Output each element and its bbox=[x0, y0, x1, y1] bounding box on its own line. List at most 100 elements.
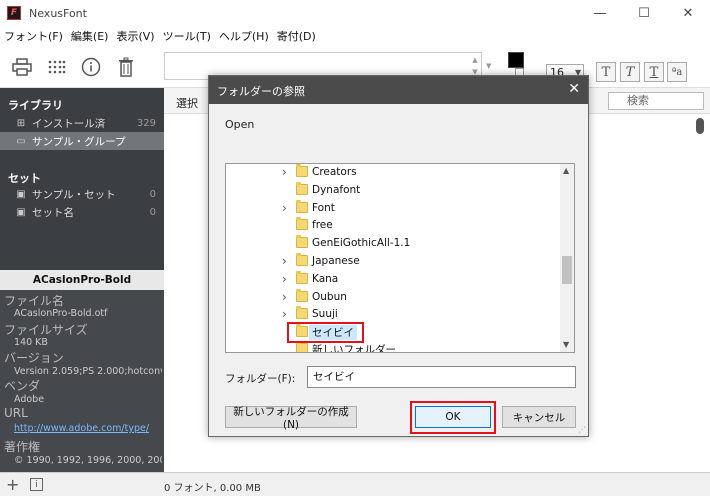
tree-item-label: Oubun bbox=[312, 291, 347, 303]
menu-edit[interactable]: 編集(E) bbox=[71, 28, 109, 44]
folder-icon bbox=[296, 235, 308, 248]
tree-item-label: Creators bbox=[312, 166, 357, 178]
add-icon[interactable]: + bbox=[6, 475, 19, 494]
chevron-down-icon[interactable]: ▼ bbox=[563, 340, 569, 349]
menu-tools[interactable]: ツール(T) bbox=[163, 28, 211, 44]
cancel-button[interactable]: キャンセル bbox=[502, 406, 576, 428]
folder-icon bbox=[296, 164, 308, 177]
folder-icon bbox=[296, 341, 308, 352]
sidebar-item-count: 0 bbox=[149, 188, 156, 200]
sidebar: ライブラリ ⊞ インストール済 329 ▭ サンプル・グループ セット ▣ サン… bbox=[0, 88, 164, 472]
scrollbar-thumb[interactable] bbox=[562, 256, 572, 284]
close-button[interactable]: ✕ bbox=[666, 0, 710, 26]
set-header: セット bbox=[8, 172, 41, 185]
select-label[interactable]: 選択 bbox=[176, 95, 198, 111]
sidebar-item-installed[interactable]: ⊞ インストール済 329 bbox=[0, 114, 164, 132]
search-input[interactable]: 検索 bbox=[608, 92, 704, 110]
tree-item-kana[interactable]: › Kana bbox=[226, 270, 560, 288]
tree-item-oubun[interactable]: › Oubun bbox=[226, 288, 560, 306]
folder-icon bbox=[296, 182, 308, 195]
tree-item-label: free bbox=[312, 219, 333, 231]
sidebar-item-sample-set[interactable]: ▣ サンプル・セット 0 bbox=[0, 185, 164, 203]
grid-icon[interactable] bbox=[44, 54, 70, 80]
tree-item-label: Font bbox=[312, 202, 335, 214]
copyright-value: © 1990, 1992, 1996, 2000, 2001 ... bbox=[14, 455, 162, 466]
filesize-label: ファイルサイズ bbox=[4, 323, 88, 337]
url-label: URL bbox=[4, 406, 28, 420]
version-label: バージョン bbox=[4, 351, 64, 365]
menu-donate[interactable]: 寄付(D) bbox=[277, 28, 316, 44]
folder-icon bbox=[296, 253, 308, 266]
list-scrollbar[interactable] bbox=[695, 116, 705, 470]
dialog-description: Open bbox=[225, 118, 255, 131]
chevron-right-icon[interactable]: › bbox=[282, 307, 287, 321]
minimize-button[interactable]: — bbox=[578, 0, 622, 26]
filename-value: ACaslonPro-Bold.otf bbox=[14, 308, 108, 319]
chevron-right-icon[interactable]: › bbox=[282, 290, 287, 304]
dialog-title-bar: フォルダーの参照 ✕ bbox=[209, 76, 588, 104]
menu-help[interactable]: ヘルプ(H) bbox=[219, 28, 269, 44]
tree-item-dynafont[interactable]: Dynafont bbox=[226, 181, 560, 199]
url-link[interactable]: http://www.adobe.com/type/ bbox=[14, 423, 162, 434]
chevron-up-icon[interactable]: ▲ bbox=[563, 166, 569, 175]
printer-icon[interactable] bbox=[9, 54, 35, 80]
maximize-button[interactable]: ☐ bbox=[622, 0, 666, 26]
status-text: 0 フォント, 0.00 MB bbox=[164, 483, 261, 494]
menu-bar: フォント(F) 編集(E) 表示(V) ツール(T) ヘルプ(H) 寄付(D) bbox=[0, 26, 710, 46]
selection-highlight-box bbox=[287, 322, 364, 343]
vendor-value: Adobe bbox=[14, 394, 45, 405]
bold-button[interactable]: T bbox=[596, 62, 616, 82]
foreground-color-swatch[interactable] bbox=[508, 52, 524, 68]
folder-icon bbox=[296, 200, 308, 213]
folder-icon bbox=[296, 271, 308, 284]
vendor-label: ベンダ bbox=[4, 379, 41, 393]
scrollbar-thumb[interactable] bbox=[696, 118, 704, 134]
chevron-right-icon[interactable]: › bbox=[282, 272, 287, 286]
info-icon[interactable]: i bbox=[30, 478, 43, 491]
sidebar-item-count: 329 bbox=[136, 117, 156, 129]
folder-input[interactable]: セイビイ bbox=[307, 366, 576, 388]
trash-icon[interactable] bbox=[113, 54, 139, 80]
sidebar-item-set-name[interactable]: ▣ セット名 0 bbox=[0, 203, 164, 221]
app-logo-icon: F bbox=[7, 6, 21, 20]
ok-highlight-box bbox=[410, 401, 496, 434]
tree-item-new-folder[interactable]: 新しいフォルダー bbox=[226, 340, 560, 352]
folder-label: フォルダー(F): bbox=[225, 373, 296, 385]
app-title: NexusFont bbox=[29, 6, 87, 20]
case-button[interactable]: ªa bbox=[667, 62, 687, 82]
tree-item-japanese[interactable]: › Japanese bbox=[226, 252, 560, 270]
new-folder-button[interactable]: 新しいフォルダーの作成(N) bbox=[225, 406, 357, 431]
title-bar: F NexusFont — ☐ ✕ bbox=[0, 0, 710, 26]
folder-icon: ▭ bbox=[16, 135, 26, 147]
folder-tree: › Creators Dynafont › Font free GenEiGot… bbox=[225, 163, 575, 353]
font-info-panel: ファイル名 ACaslonPro-Bold.otf ファイルサイズ 140 KB… bbox=[0, 290, 164, 472]
tree-item-label: Japanese bbox=[312, 255, 360, 267]
tree-item-font[interactable]: › Font bbox=[226, 199, 560, 217]
browse-folder-dialog: フォルダーの参照 ✕ Open › Creators Dynafont › Fo… bbox=[208, 75, 589, 437]
tree-item-label: GenEiGothicAll-1.1 bbox=[312, 237, 411, 249]
preview-dropdown-icon[interactable]: ▼ bbox=[486, 62, 494, 70]
italic-button[interactable]: T bbox=[620, 62, 640, 82]
version-value: Version 2.059;PS 2.000;hotconv... bbox=[14, 366, 162, 377]
chevron-right-icon[interactable]: › bbox=[282, 201, 287, 215]
underline-button[interactable]: T bbox=[644, 62, 664, 82]
menu-view[interactable]: 表示(V) bbox=[116, 28, 154, 44]
sidebar-item-count: 0 bbox=[149, 206, 156, 218]
tree-item-creators[interactable]: › Creators bbox=[226, 164, 560, 181]
menu-font[interactable]: フォント(F) bbox=[4, 28, 63, 44]
chevron-right-icon[interactable]: › bbox=[282, 254, 287, 268]
chevron-right-icon[interactable]: › bbox=[282, 165, 287, 179]
close-icon[interactable]: ✕ bbox=[568, 81, 580, 97]
tree-item-label: Suuji bbox=[312, 308, 338, 320]
tree-scrollbar[interactable]: ▲ ▼ bbox=[560, 164, 574, 352]
sidebar-item-sample-group[interactable]: ▭ サンプル・グループ bbox=[0, 132, 164, 150]
sidebar-item-label: インストール済 bbox=[32, 117, 106, 130]
sidebar-item-label: サンプル・セット bbox=[32, 188, 116, 201]
tree-item-suuji[interactable]: › Suuji bbox=[226, 305, 560, 323]
info-icon[interactable] bbox=[78, 54, 104, 80]
tree-item-seibii[interactable]: セイビイ bbox=[226, 323, 560, 341]
resize-grip-icon[interactable]: ⋰ bbox=[578, 425, 586, 434]
tree-item-free[interactable]: free bbox=[226, 216, 560, 234]
tree-item-geneigothic[interactable]: GenEiGothicAll-1.1 bbox=[226, 234, 560, 252]
folder-icon bbox=[296, 306, 308, 319]
